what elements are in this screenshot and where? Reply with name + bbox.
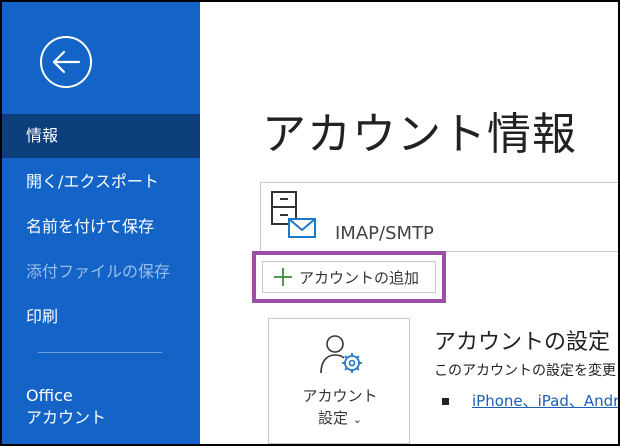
sidebar-item-label: 添付ファイルの保存 xyxy=(26,262,171,281)
account-type-label: IMAP/SMTP xyxy=(335,223,434,244)
add-account-button[interactable]: アカウントの追加 xyxy=(262,261,436,293)
office-account-line2: アカウント xyxy=(26,408,107,427)
sidebar-item-print[interactable]: 印刷 xyxy=(2,295,200,339)
mailbox-icon xyxy=(271,191,316,238)
account-settings-button[interactable]: アカウント 設定 ⌄ xyxy=(268,318,410,444)
sidebar-divider xyxy=(38,352,162,353)
arrow-left-icon xyxy=(52,50,81,74)
bullet-icon xyxy=(442,398,449,405)
plus-icon xyxy=(274,268,292,286)
office-account-line1: Office xyxy=(26,386,73,405)
account-selector[interactable]: IMAP/SMTP xyxy=(260,182,618,252)
sidebar-item-save-attachments: 添付ファイルの保存 xyxy=(2,250,200,294)
account-settings-description: このアカウントの設定を変更 xyxy=(434,363,616,379)
add-account-label: アカウントの追加 xyxy=(299,268,420,287)
add-account-highlight: アカウントの追加 xyxy=(252,251,446,303)
page-title: アカウント情報 xyxy=(262,109,577,160)
mobile-setup-link[interactable]: iPhone、iPad、Andr xyxy=(472,390,618,411)
sidebar-item-label: 印刷 xyxy=(26,307,59,326)
sidebar-item-label: 情報 xyxy=(26,126,59,145)
account-settings-heading: アカウントの設定 xyxy=(434,330,611,355)
sidebar-item-save-as[interactable]: 名前を付けて保存 xyxy=(2,205,200,249)
sidebar-item-office-account[interactable]: Office アカウント xyxy=(26,385,106,429)
tile-label-line1: アカウント xyxy=(302,387,378,405)
tile-label-line2: 設定 ⌄ xyxy=(317,409,362,427)
back-button[interactable] xyxy=(40,36,92,88)
sidebar-item-info[interactable]: 情報 xyxy=(2,114,200,158)
sidebar-item-label: 名前を付けて保存 xyxy=(26,217,155,236)
backstage-window: 情報 開く/エクスポート 名前を付けて保存 添付ファイルの保存 印刷 Offic… xyxy=(2,2,618,444)
sidebar-item-open-export[interactable]: 開く/エクスポート xyxy=(2,160,200,204)
backstage-sidebar: 情報 開く/エクスポート 名前を付けて保存 添付ファイルの保存 印刷 Offic… xyxy=(2,2,200,444)
sidebar-item-label: 開く/エクスポート xyxy=(26,172,159,191)
chevron-down-icon: ⌄ xyxy=(352,413,362,426)
user-gear-icon xyxy=(320,335,362,374)
